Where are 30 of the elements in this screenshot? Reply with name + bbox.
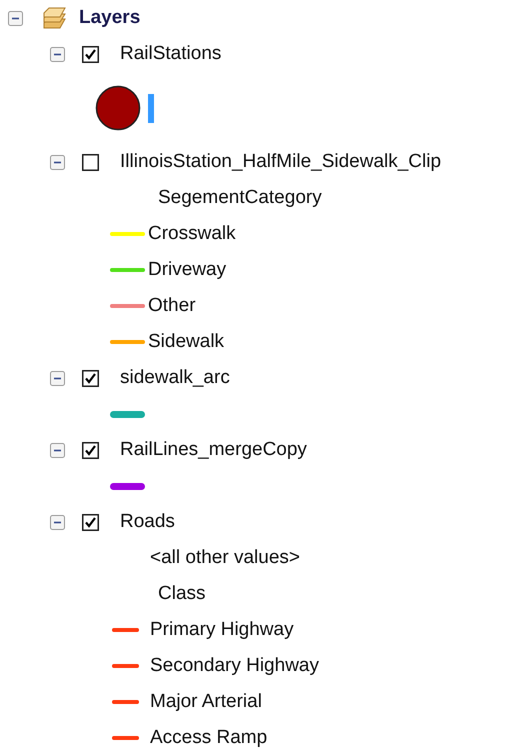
field-heading: SegementCategory <box>158 186 322 210</box>
collapse-icon[interactable] <box>50 442 65 458</box>
field-heading: Class <box>158 582 206 606</box>
legend-label: Access Ramp <box>150 726 268 750</box>
legend-label: Secondary Highway <box>150 654 319 678</box>
checkbox[interactable] <box>82 514 99 530</box>
legend-label: Other <box>148 294 196 318</box>
layer-name[interactable]: RailStations <box>120 40 222 68</box>
collapse-icon[interactable] <box>50 154 65 170</box>
collapse-icon[interactable] <box>8 10 23 26</box>
layer-name[interactable]: sidewalk_arc <box>120 364 230 392</box>
layer-name[interactable]: IllinoisStation_HalfMile_Sidewalk_Clip <box>120 148 442 176</box>
legend-label: Driveway <box>148 258 226 282</box>
legend-label: Sidewalk <box>148 330 224 354</box>
checkbox[interactable] <box>82 154 99 170</box>
checkbox[interactable] <box>82 370 99 386</box>
collapse-icon[interactable] <box>50 514 65 530</box>
checkbox[interactable] <box>82 442 99 458</box>
cursor-bar-icon <box>148 94 154 122</box>
legend-label: Crosswalk <box>148 222 236 246</box>
layer-name[interactable]: RailLines_mergeCopy <box>120 436 307 464</box>
collapse-icon[interactable] <box>50 46 65 62</box>
legend-label: Primary Highway <box>150 618 294 642</box>
layer-name[interactable]: Roads <box>120 508 175 536</box>
checkbox[interactable] <box>82 46 99 62</box>
layers-icon <box>41 6 67 30</box>
legend-label: <all other values> <box>150 546 300 570</box>
collapse-icon[interactable] <box>50 370 65 386</box>
layers-title: Layers <box>79 6 140 30</box>
legend-label: Major Arterial <box>150 690 262 714</box>
